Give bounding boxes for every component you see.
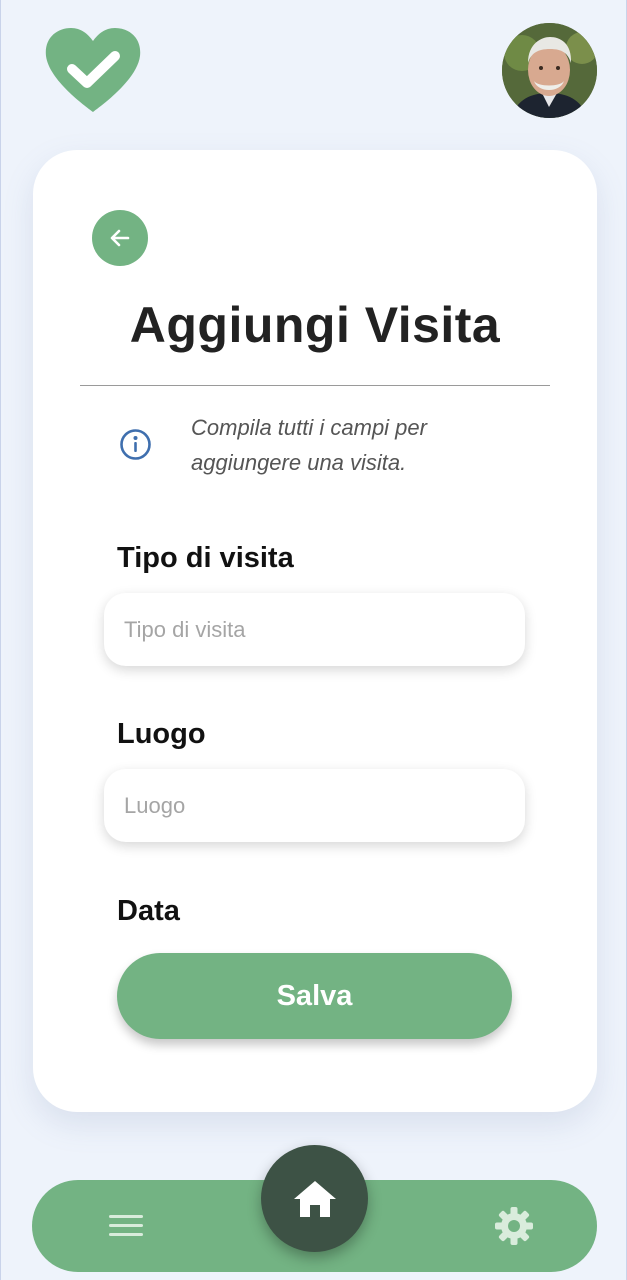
user-avatar[interactable]: [502, 23, 597, 118]
location-input[interactable]: [104, 769, 525, 842]
home-icon: [293, 1180, 336, 1217]
location-label: Luogo: [117, 718, 206, 750]
save-button[interactable]: Salva: [117, 953, 512, 1039]
title-divider: [80, 385, 550, 386]
page-title: Aggiungi Visita: [129, 297, 501, 353]
arrow-left-icon: [110, 229, 130, 247]
gear-icon[interactable]: [493, 1205, 535, 1247]
add-visit-card: Aggiungi Visita Compila tutti i campi pe…: [33, 150, 597, 1112]
home-button[interactable]: [261, 1145, 368, 1252]
heart-check-logo-icon: [45, 26, 141, 114]
info-message: Compila tutti i campi per aggiungere una…: [191, 415, 427, 475]
date-label: Data: [117, 895, 180, 927]
back-button[interactable]: [92, 210, 148, 266]
info-icon: [119, 428, 152, 461]
visit-type-input[interactable]: [104, 593, 525, 666]
hamburger-menu-icon[interactable]: [107, 1210, 145, 1242]
visit-type-label: Tipo di visita: [117, 542, 294, 574]
